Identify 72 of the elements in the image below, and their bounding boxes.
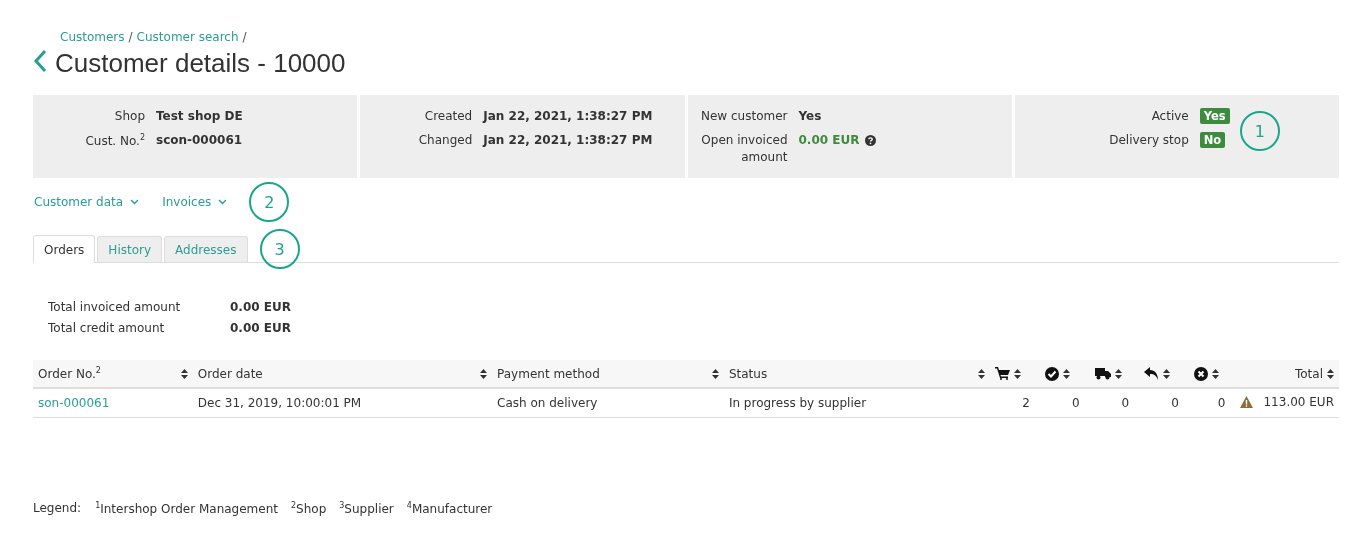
field-label: Active xyxy=(1150,108,1189,125)
tab[interactable]: History xyxy=(97,236,163,262)
reply-icon xyxy=(1144,367,1160,380)
total-label: Total credit amount xyxy=(48,321,166,335)
table-cell: 2 xyxy=(1022,396,1030,410)
help-icon[interactable] xyxy=(865,134,877,146)
column-header: Total xyxy=(1294,366,1323,381)
breadcrumb-separator: / xyxy=(128,30,133,44)
sort-icon[interactable] xyxy=(1327,368,1334,379)
sort-icon[interactable] xyxy=(1063,368,1070,379)
order-link[interactable]: son-000061 xyxy=(38,396,110,410)
column-header: Payment method xyxy=(497,366,600,381)
field-label: Changed xyxy=(417,131,473,149)
check-circle-icon xyxy=(1045,366,1059,381)
status-badge: No xyxy=(1199,131,1226,148)
breadcrumb-link[interactable]: Customer search xyxy=(136,30,239,44)
legend-item: $^{3}$Supplier xyxy=(339,501,394,516)
chevron-down-icon xyxy=(218,199,228,205)
sort-icon[interactable] xyxy=(711,368,719,379)
column-header: Order No.$^{2}$ xyxy=(38,366,101,381)
dropdown-menu[interactable]: Customer data xyxy=(33,195,140,209)
column-header: Status xyxy=(728,366,768,381)
total-value: 0.00 EUR xyxy=(230,321,291,335)
page-title: Customer details - 10000 xyxy=(55,48,346,79)
legend-label: Legend: xyxy=(33,501,82,516)
legend-item: $^{1}$Intershop Order Management xyxy=(95,501,278,516)
cart-icon xyxy=(995,367,1011,380)
table-cell: 0 xyxy=(1121,396,1130,410)
field-label: Open invoiced amount xyxy=(700,131,788,166)
field-label: Shop xyxy=(113,108,145,125)
field-label: Cust. No.$^{2}$ xyxy=(84,131,145,150)
dropdown-menu[interactable]: Invoices xyxy=(161,195,228,209)
sort-icon[interactable] xyxy=(480,368,488,379)
field-label: Created xyxy=(423,108,473,125)
table-cell: Cash on delivery xyxy=(497,396,598,410)
field-value: Jan 22, 2021, 1:38:27 PM xyxy=(483,108,654,125)
table-cell: 0 xyxy=(1071,396,1080,410)
field-value: 0.00 EUR xyxy=(798,131,860,149)
sort-icon[interactable] xyxy=(1114,368,1122,379)
table-cell: Dec 31, 2019, 10:00:01 PM xyxy=(197,396,362,410)
legend-item: $^{4}$Manufacturer xyxy=(406,501,493,516)
table-cell: 0 xyxy=(1171,396,1179,410)
callout-number: 3 xyxy=(259,229,300,269)
breadcrumb-link[interactable]: Customers xyxy=(60,30,125,44)
legend-item: $^{2}$Shop xyxy=(291,501,327,516)
field-label: New customer xyxy=(700,108,788,125)
callout-number: 1 xyxy=(1239,111,1280,151)
table-cell: 0 xyxy=(1217,396,1226,410)
table-cell: In progress by supplier xyxy=(728,396,867,410)
field-value: Jan 22, 2021, 1:38:27 PM xyxy=(483,131,654,149)
sort-icon[interactable] xyxy=(1014,368,1022,379)
tab[interactable]: Addresses xyxy=(164,236,248,262)
field-value: Yes xyxy=(798,108,823,125)
field-label: Delivery stop xyxy=(1108,131,1189,149)
breadcrumb-separator: / xyxy=(242,30,247,44)
chevron-down-icon xyxy=(130,199,140,205)
total-label: Total invoiced amount xyxy=(48,300,182,314)
sort-icon[interactable] xyxy=(1211,368,1219,379)
callout-number: 2 xyxy=(249,182,290,222)
table-cell: 113.00 EUR xyxy=(1263,395,1334,409)
total-value: 0.00 EUR xyxy=(230,300,291,314)
column-header: Order date xyxy=(197,366,263,381)
status-badge: Yes xyxy=(1199,108,1230,124)
sort-icon[interactable] xyxy=(978,368,986,379)
sort-icon[interactable] xyxy=(1163,368,1171,379)
sort-icon[interactable] xyxy=(180,368,188,379)
tab[interactable]: Orders xyxy=(33,235,96,263)
back-icon[interactable] xyxy=(33,49,47,73)
field-value: Test shop DE xyxy=(156,108,244,125)
truck-icon xyxy=(1094,367,1111,380)
cancel-circle-icon xyxy=(1193,366,1208,381)
field-value: scon-000061 xyxy=(156,131,244,149)
